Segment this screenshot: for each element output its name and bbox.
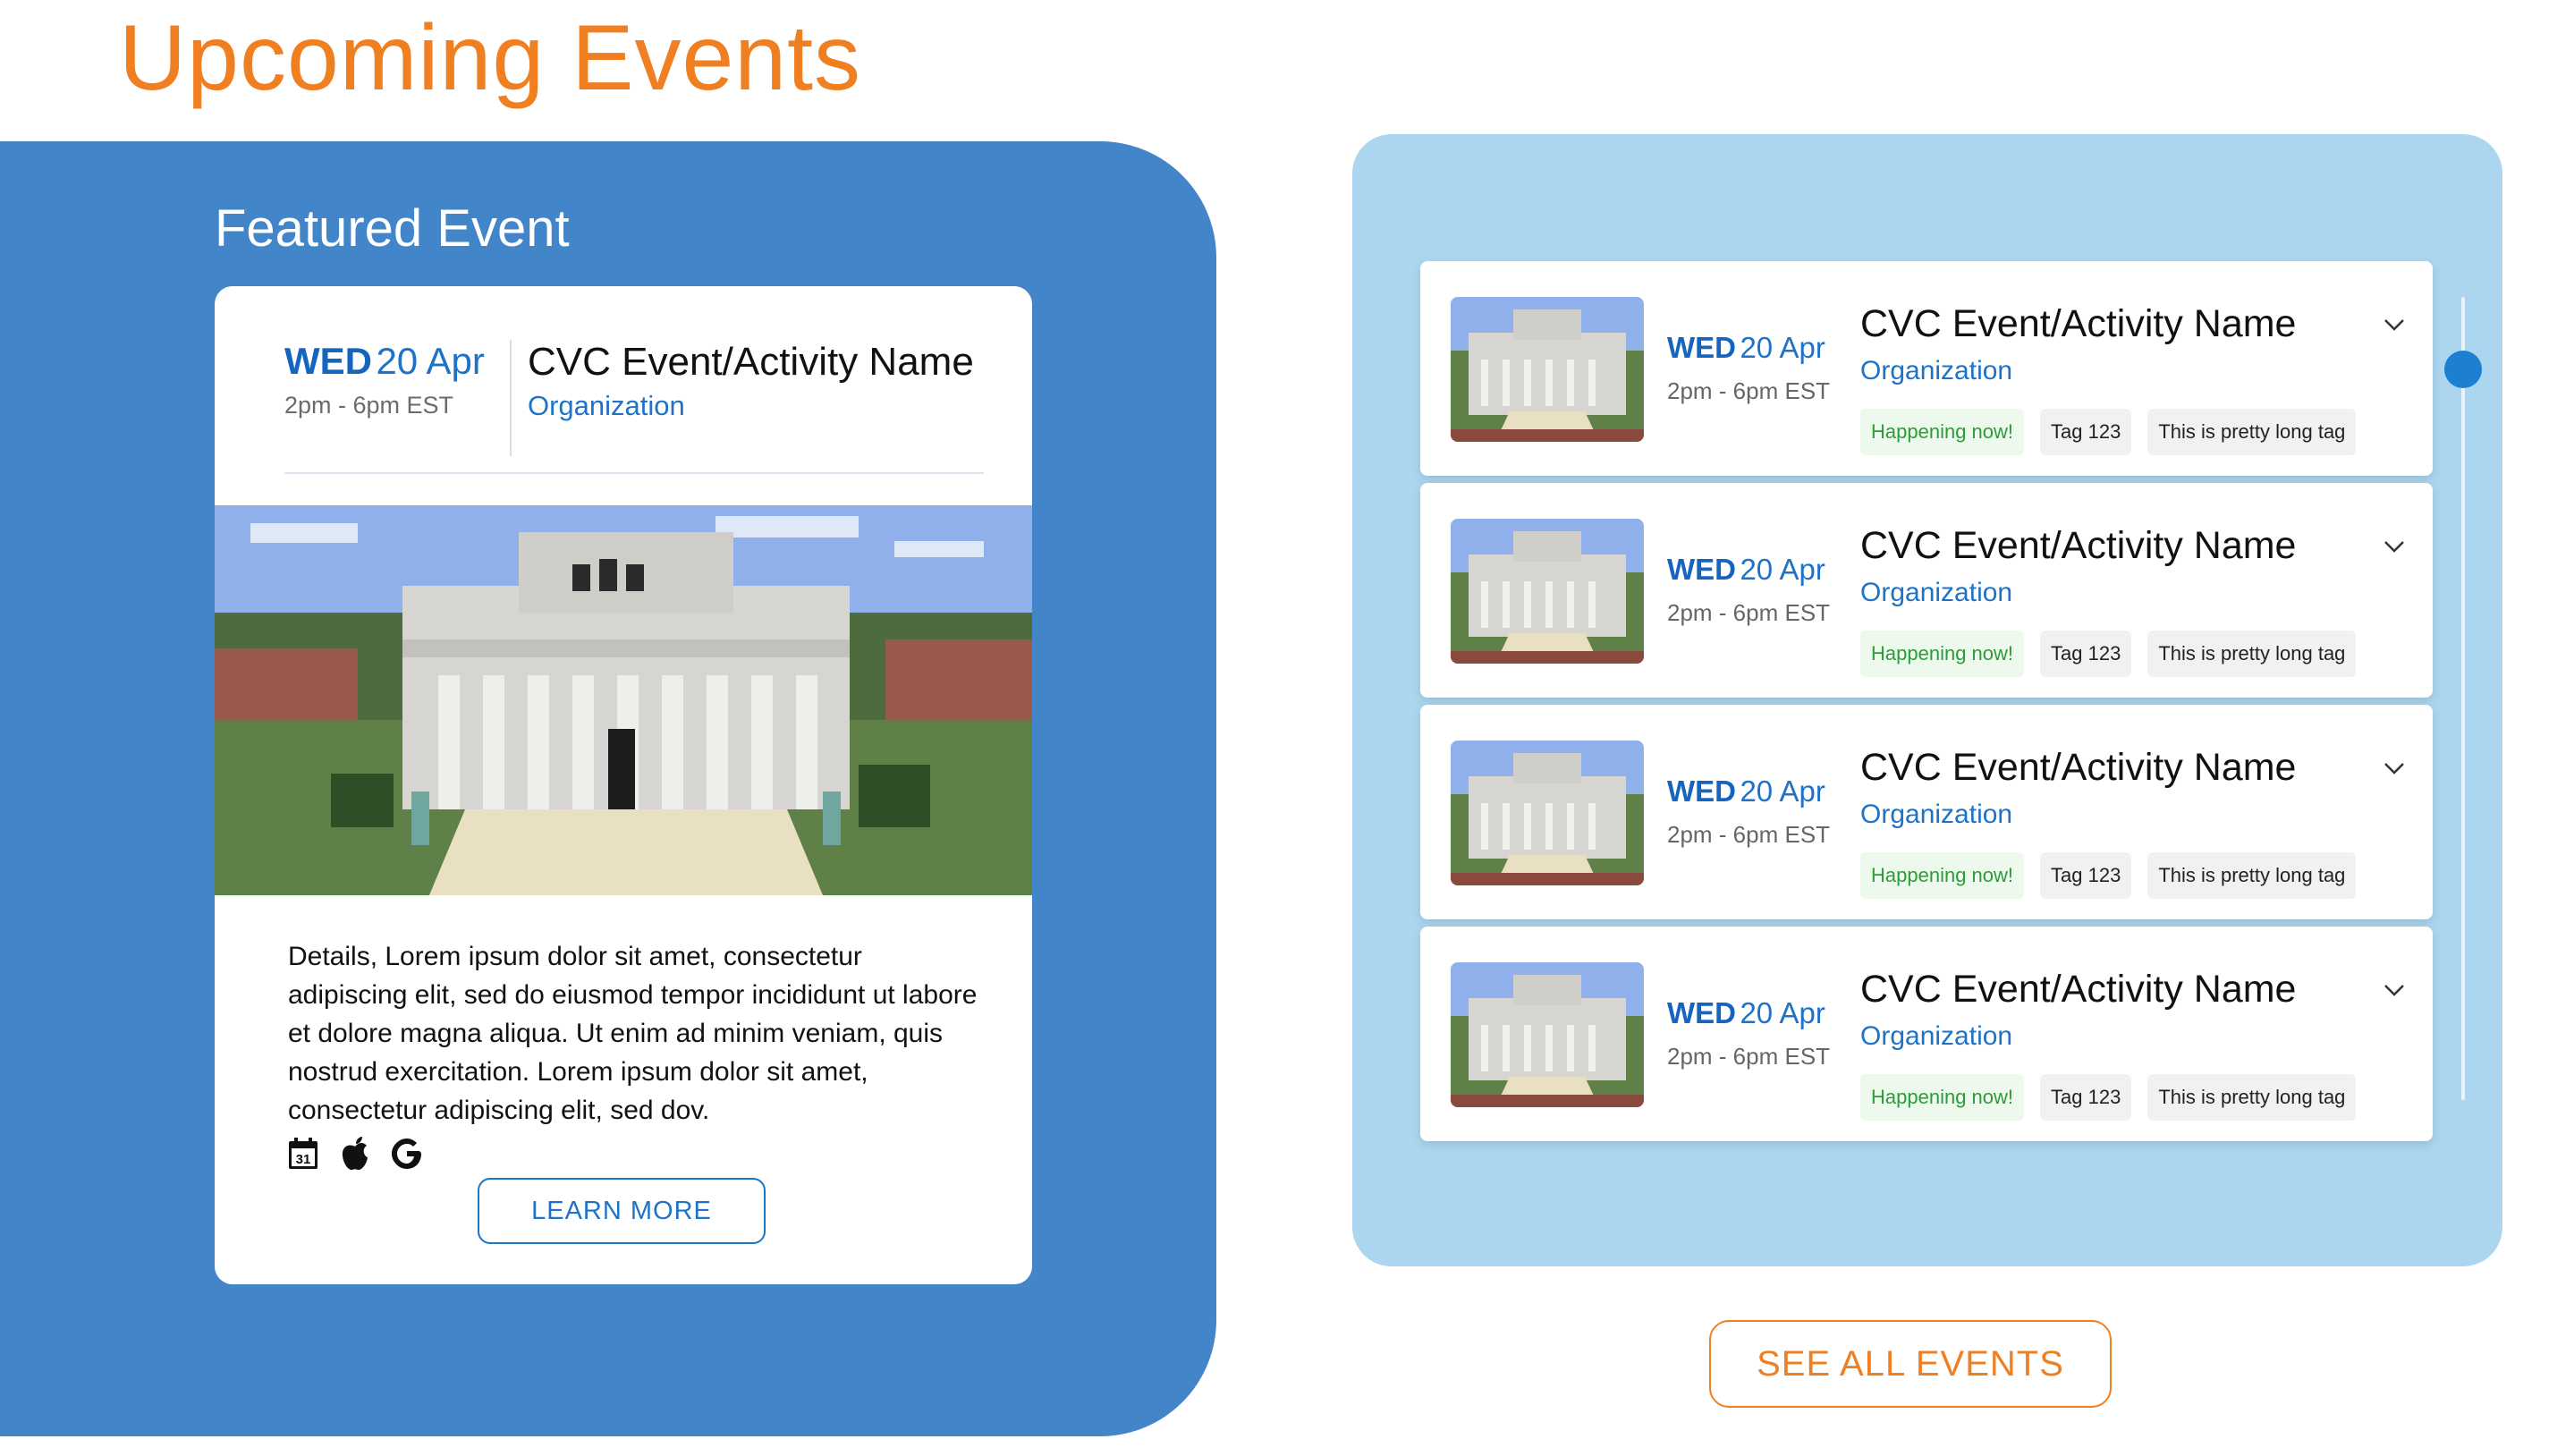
header-divider	[510, 340, 512, 456]
event-tags: Happening now! Tag 123 This is pretty lo…	[1860, 409, 2357, 455]
event-title[interactable]: CVC Event/Activity Name	[1860, 302, 2296, 346]
event-tag: Tag 123	[2040, 852, 2132, 899]
status-badge: Happening now!	[1860, 1074, 2025, 1121]
event-day: WED	[1667, 553, 1736, 586]
scrollbar-thumb[interactable]	[2444, 351, 2482, 388]
event-tag: Tag 123	[2040, 631, 2132, 677]
event-date-block: WED 20 Apr 2pm - 6pm EST	[1667, 775, 1830, 849]
event-tag: This is pretty long tag	[2147, 1074, 2357, 1121]
event-tags: Happening now! Tag 123 This is pretty lo…	[1860, 852, 2357, 899]
event-date-block: WED 20 Apr 2pm - 6pm EST	[1667, 331, 1830, 405]
scrollbar-track[interactable]	[2461, 297, 2465, 1100]
apple-icon[interactable]	[338, 1136, 372, 1172]
event-tag: This is pretty long tag	[2147, 631, 2357, 677]
event-thumbnail	[1451, 962, 1644, 1107]
event-date: 20 Apr	[1740, 553, 1825, 586]
event-list-item[interactable]: WED 20 Apr 2pm - 6pm EST CVC Event/Activ…	[1420, 927, 2433, 1141]
event-tag: Tag 123	[2040, 409, 2132, 455]
chevron-down-icon[interactable]	[2381, 977, 2408, 1003]
featured-event-image	[215, 505, 1032, 895]
event-tag: This is pretty long tag	[2147, 852, 2357, 899]
event-day: WED	[1667, 775, 1736, 808]
event-time: 2pm - 6pm EST	[284, 392, 454, 419]
event-organization[interactable]: Organization	[1860, 1021, 2012, 1052]
event-thumbnail	[1451, 297, 1644, 442]
event-date-block: WED 20 Apr 2pm - 6pm EST	[1667, 553, 1830, 627]
event-day: WED	[1667, 331, 1736, 364]
event-title[interactable]: CVC Event/Activity Name	[1860, 746, 2296, 790]
event-date-block: WED 20 Apr 2pm - 6pm EST	[1667, 996, 1830, 1071]
event-title[interactable]: CVC Event/Activity Name	[528, 340, 974, 385]
add-to-calendar-icons: 31	[286, 1136, 424, 1172]
event-time: 2pm - 6pm EST	[1667, 1043, 1831, 1070]
event-date: 20 Apr	[1740, 331, 1825, 364]
event-tag: This is pretty long tag	[2147, 409, 2357, 455]
event-thumbnail	[1451, 741, 1644, 885]
chevron-down-icon[interactable]	[2381, 311, 2408, 338]
featured-event-card: WED 20 Apr 2pm - 6pm EST CVC Event/Activ…	[215, 286, 1032, 1284]
page-title: Upcoming Events	[119, 6, 862, 110]
chevron-down-icon[interactable]	[2381, 755, 2408, 782]
event-time: 2pm - 6pm EST	[1667, 377, 1831, 404]
see-all-events-button[interactable]: SEE ALL EVENTS	[1709, 1320, 2112, 1408]
event-list-item[interactable]: WED 20 Apr 2pm - 6pm EST CVC Event/Activ…	[1420, 483, 2433, 698]
featured-event-header: WED 20 Apr 2pm - 6pm EST CVC Event/Activ…	[284, 340, 984, 474]
building-illustration	[215, 505, 1032, 895]
event-title[interactable]: CVC Event/Activity Name	[1860, 524, 2296, 568]
event-time: 2pm - 6pm EST	[1667, 821, 1831, 848]
event-day: WED	[1667, 996, 1736, 1029]
event-date: 20 Apr	[1740, 996, 1825, 1029]
event-day: WED	[284, 340, 372, 382]
learn-more-button[interactable]: LEARN MORE	[478, 1178, 766, 1244]
event-title[interactable]: CVC Event/Activity Name	[1860, 968, 2296, 1012]
event-organization[interactable]: Organization	[1860, 578, 2012, 608]
event-list-item[interactable]: WED 20 Apr 2pm - 6pm EST CVC Event/Activ…	[1420, 261, 2433, 476]
event-organization[interactable]: Organization	[1860, 356, 2012, 386]
event-date: 20 Apr	[376, 340, 485, 382]
event-date: 20 Apr	[1740, 775, 1825, 808]
calendar-icon-number: 31	[296, 1152, 311, 1167]
calendar-icon[interactable]: 31	[286, 1136, 320, 1172]
event-list-item[interactable]: WED 20 Apr 2pm - 6pm EST CVC Event/Activ…	[1420, 705, 2433, 919]
chevron-down-icon[interactable]	[2381, 533, 2408, 560]
featured-section-label: Featured Event	[215, 199, 570, 258]
event-time: 2pm - 6pm EST	[1667, 599, 1831, 626]
status-badge: Happening now!	[1860, 631, 2025, 677]
event-tags: Happening now! Tag 123 This is pretty lo…	[1860, 631, 2357, 677]
event-organization[interactable]: Organization	[528, 390, 974, 422]
event-tag: Tag 123	[2040, 1074, 2132, 1121]
status-badge: Happening now!	[1860, 852, 2025, 899]
google-icon[interactable]	[390, 1136, 424, 1172]
event-tags: Happening now! Tag 123 This is pretty lo…	[1860, 1074, 2357, 1121]
featured-event-details: Details, Lorem ipsum dolor sit amet, con…	[288, 942, 978, 1125]
event-thumbnail	[1451, 519, 1644, 664]
event-organization[interactable]: Organization	[1860, 800, 2012, 830]
status-badge: Happening now!	[1860, 409, 2025, 455]
featured-event-date: WED 20 Apr 2pm - 6pm EST	[284, 340, 485, 419]
featured-event-title-block: CVC Event/Activity Name Organization	[528, 340, 974, 422]
